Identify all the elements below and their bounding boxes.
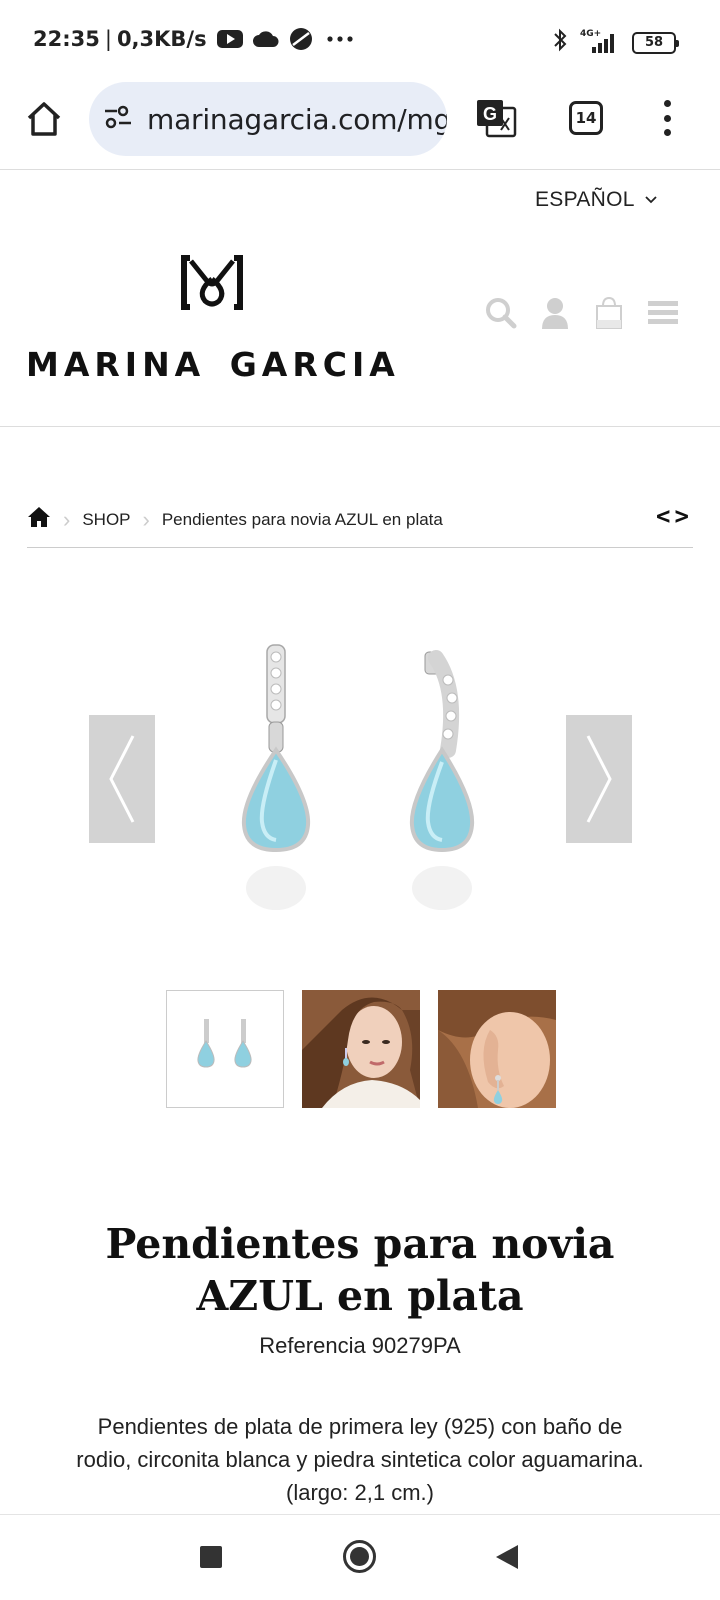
menu-dot xyxy=(663,114,671,122)
home-button[interactable] xyxy=(24,99,64,139)
menu-dot xyxy=(663,129,671,136)
signal-icon: 4G+ xyxy=(580,29,620,55)
bluetooth-icon xyxy=(552,28,568,57)
prev-next-product-nav[interactable]: <> xyxy=(656,502,693,530)
breadcrumb-home-icon[interactable] xyxy=(27,506,51,533)
product-title-line2: AZUL en plata xyxy=(196,1272,524,1320)
status-time: 22:35 xyxy=(33,27,100,51)
tab-switcher-button[interactable]: 14 xyxy=(569,101,603,135)
product-title-line1: Pendientes para novia xyxy=(105,1220,615,1268)
gallery-next-button[interactable] xyxy=(566,715,632,843)
header-actions xyxy=(485,296,679,329)
translate-button[interactable]: G xyxy=(475,98,517,138)
system-navigation-bar xyxy=(0,1514,720,1600)
thumbnail-product[interactable] xyxy=(166,990,284,1108)
status-right: 4G+ 58 xyxy=(552,28,679,57)
cloud-icon xyxy=(252,31,279,47)
svg-text:G: G xyxy=(483,104,497,124)
chevron-right-icon xyxy=(586,735,612,823)
url-bar[interactable]: marinagarcia.com/mg xyxy=(89,82,447,156)
breadcrumb-separator: › xyxy=(142,506,150,532)
status-separator: | xyxy=(104,27,112,51)
chevron-down-icon xyxy=(645,196,657,204)
browser-toolbar: marinagarcia.com/mg G 14 xyxy=(0,80,720,170)
brand-logo-mark[interactable] xyxy=(181,255,243,311)
breadcrumb-separator: › xyxy=(63,506,71,532)
breadcrumb: › SHOP › Pendientes para novia AZUL en p… xyxy=(27,506,443,533)
status-bar: 22:35 | 0,3KB/s 4G+ 58 xyxy=(0,0,720,80)
status-left: 22:35 | 0,3KB/s xyxy=(33,27,353,51)
breadcrumb-divider xyxy=(27,547,693,548)
product-reference: Referencia 90279PA xyxy=(259,1333,461,1358)
home-nav-button[interactable] xyxy=(343,1540,376,1573)
recents-button[interactable] xyxy=(200,1546,222,1568)
language-label: ESPAÑOL xyxy=(535,188,635,211)
translate-icon: G xyxy=(477,100,517,138)
brand-name[interactable]: MARINA GARCIA xyxy=(26,345,400,384)
breadcrumb-current: Pendientes para novia AZUL en plata xyxy=(161,509,443,529)
header-divider xyxy=(0,426,720,427)
breadcrumb-shop-link[interactable]: SHOP xyxy=(82,510,130,530)
site-settings-icon[interactable] xyxy=(103,104,133,135)
back-button[interactable] xyxy=(496,1545,518,1569)
product-gallery xyxy=(0,620,720,940)
youtube-icon xyxy=(216,30,243,48)
thumbnail-model-portrait[interactable] xyxy=(302,990,420,1108)
menu-dot xyxy=(663,100,671,107)
gallery-thumbnails xyxy=(166,990,556,1108)
product-description: Pendientes de plata de primera ley (925)… xyxy=(76,1414,644,1505)
more-notifications-icon xyxy=(326,36,353,42)
product-main-image xyxy=(241,644,475,910)
shopping-bag-icon[interactable] xyxy=(593,296,625,329)
url-text: marinagarcia.com/mg xyxy=(147,102,447,136)
account-icon[interactable] xyxy=(539,297,571,329)
gallery-prev-button[interactable] xyxy=(89,715,155,843)
thumbnail-ear-closeup[interactable] xyxy=(438,990,556,1108)
browser-menu-button[interactable] xyxy=(662,100,672,136)
status-speed: 0,3KB/s xyxy=(116,27,207,51)
hamburger-menu-icon[interactable] xyxy=(647,297,679,329)
product-title: Pendientes para novia AZUL en plata xyxy=(60,1218,660,1322)
language-selector[interactable]: ESPAÑOL xyxy=(535,188,657,212)
app-status-icon xyxy=(289,27,313,51)
home-icon xyxy=(27,102,61,136)
battery-icon: 58 xyxy=(632,31,679,54)
chevron-left-icon xyxy=(109,735,135,823)
search-icon[interactable] xyxy=(485,297,517,329)
